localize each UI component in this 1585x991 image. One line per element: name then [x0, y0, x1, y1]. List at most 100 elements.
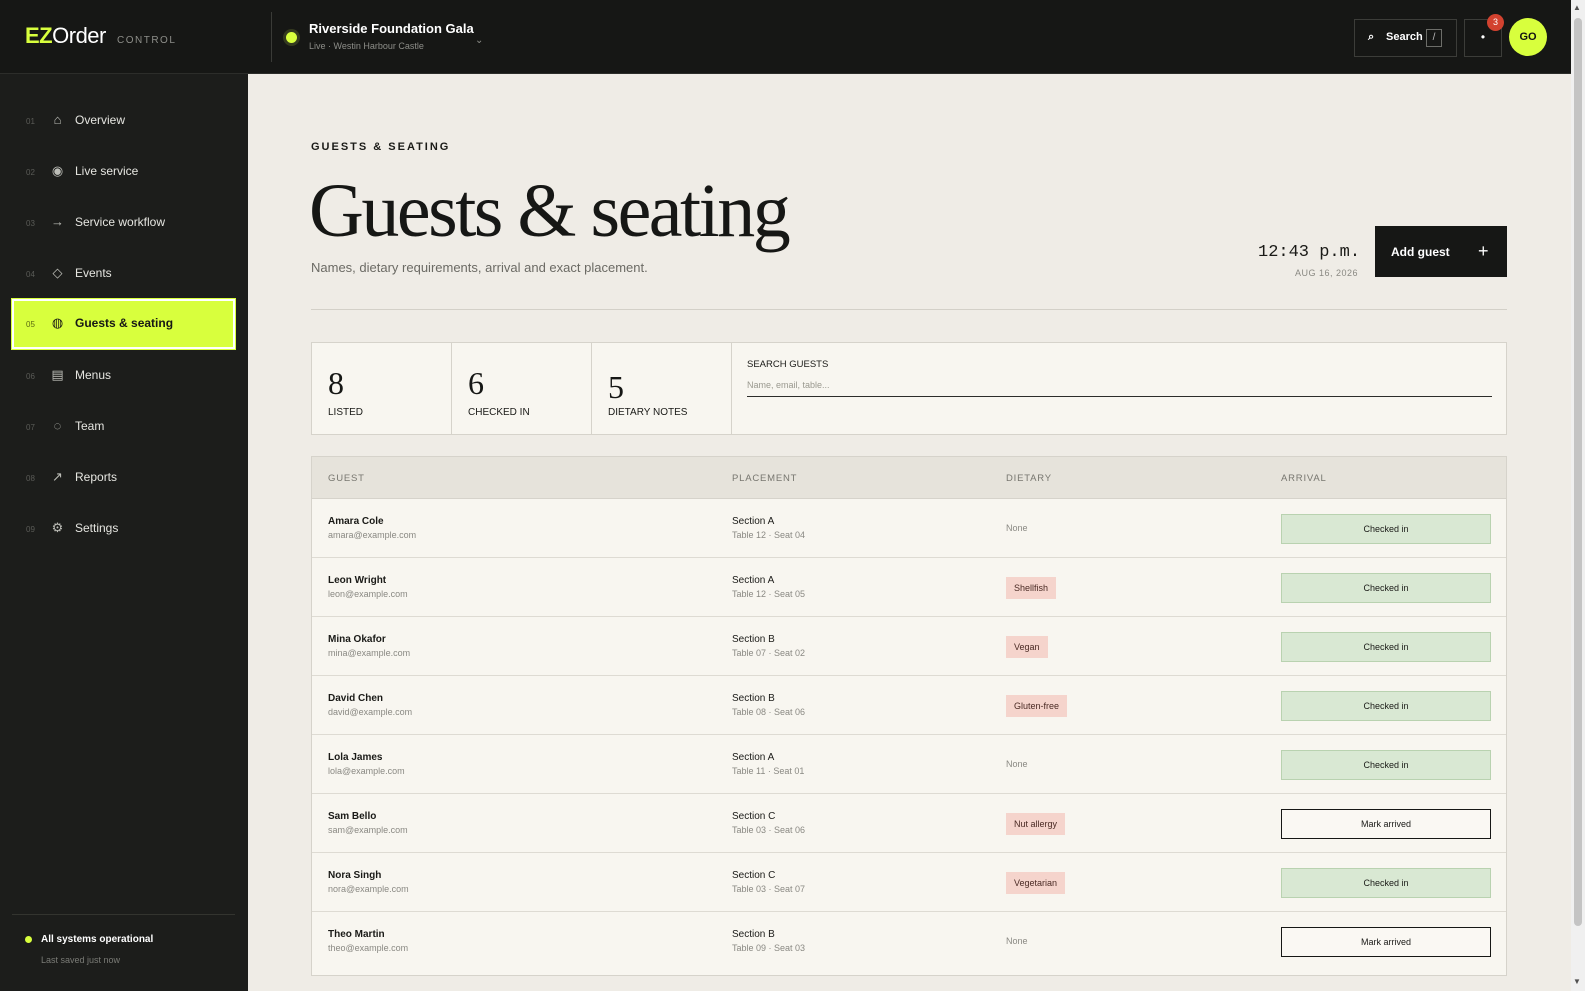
gear-icon: ⚙ — [51, 520, 64, 535]
dietary-none: None — [1006, 523, 1028, 533]
scroll-up-arrow-icon[interactable]: ▲ — [1573, 3, 1581, 12]
table-row[interactable]: Lola James lola@example.com Section A Ta… — [312, 735, 1506, 794]
nav-number: 08 — [26, 474, 35, 483]
dietary-tag: Vegetarian — [1006, 872, 1066, 894]
sidebar-item-label: Service workflow — [75, 215, 166, 229]
chevron-down-icon[interactable]: ⌄ — [475, 35, 483, 46]
guest-email: theo@example.com — [328, 943, 409, 953]
placement-seat: Table 12 · Seat 05 — [732, 589, 806, 599]
guests-icon: ◍ — [51, 315, 64, 330]
sidebar-item-menus[interactable]: 06 ▤ Menus — [12, 351, 235, 401]
nav-number: 09 — [26, 525, 35, 534]
live-status-dot — [286, 32, 297, 43]
arrival-status-checked-in[interactable]: Checked in — [1281, 632, 1491, 662]
guest-email: sam@example.com — [328, 825, 408, 835]
event-subtitle: Live · Westin Harbour Castle — [309, 41, 424, 51]
add-guest-button[interactable]: Add guest + — [1375, 226, 1507, 277]
table-row[interactable]: Sam Bello sam@example.com Section C Tabl… — [312, 794, 1506, 853]
guest-name: Leon Wright — [328, 575, 387, 586]
table-row[interactable]: Mina Okafor mina@example.com Section B T… — [312, 617, 1506, 676]
sidebar-item-label: Events — [75, 266, 112, 280]
app-logo[interactable]: EZOrder — [25, 23, 106, 49]
page-scrollbar[interactable]: ▲ ▼ — [1571, 0, 1585, 991]
page-subtitle: Names, dietary requirements, arrival and… — [311, 260, 648, 275]
sidebar-item-label: Guests & seating — [75, 316, 174, 330]
column-header-arrival: ARRIVAL — [1281, 473, 1327, 484]
search-icon: ⌕ — [1368, 31, 1375, 43]
placement-seat: Table 09 · Seat 03 — [732, 943, 806, 953]
table-row[interactable]: Amara Cole amara@example.com Section A T… — [312, 499, 1506, 558]
sidebar-item-reports[interactable]: 08 ↗ Reports — [12, 453, 235, 503]
guest-name: Mina Okafor — [328, 634, 386, 645]
stats-panel: 8 LISTED 6 CHECKED IN 5 DIETARY NOTES SE… — [311, 342, 1507, 435]
nav-number: 03 — [26, 219, 35, 228]
sidebar-item-label: Menus — [75, 368, 112, 382]
home-icon: ⌂ — [53, 112, 62, 127]
system-status-dot — [25, 936, 32, 943]
divider — [271, 12, 272, 62]
system-status: All systems operational — [41, 934, 154, 945]
radio-icon: ◉ — [51, 163, 64, 178]
nav-number: 05 — [26, 320, 35, 329]
scroll-down-arrow-icon[interactable]: ▼ — [1573, 977, 1581, 986]
column-header-dietary: DIETARY — [1006, 473, 1052, 484]
scrollbar-thumb[interactable] — [1574, 18, 1582, 926]
sidebar-item-live-service[interactable]: 02 ◉ Live service — [12, 147, 235, 197]
sidebar-item-label: Reports — [75, 470, 118, 484]
current-time: 12:43 p.m. — [1258, 243, 1361, 262]
stat-label: LISTED — [328, 407, 364, 418]
nav-number: 01 — [26, 117, 35, 126]
arrival-status-checked-in[interactable]: Checked in — [1281, 573, 1491, 603]
guest-name: Amara Cole — [328, 516, 384, 527]
sidebar: 01 ⌂ Overview 02 ◉ Live service 03 → Ser… — [0, 74, 248, 991]
nav-number: 04 — [26, 270, 35, 279]
search-input[interactable] — [747, 374, 1492, 397]
sidebar-item-guests-seating[interactable]: 05 ◍ Guests & seating — [11, 298, 236, 350]
sidebar-item-events[interactable]: 04 ◇ Events — [12, 249, 235, 299]
top-bar: EZOrder CONTROL Riverside Foundation Gal… — [0, 0, 1571, 74]
guest-email: nora@example.com — [328, 884, 409, 894]
menu-list-icon: ▤ — [51, 367, 64, 382]
table-row[interactable]: Leon Wright leon@example.com Section A T… — [312, 558, 1506, 617]
table-row[interactable]: Theo Martin theo@example.com Section B T… — [312, 912, 1506, 971]
table-row[interactable]: Nora Singh nora@example.com Section C Ta… — [312, 853, 1506, 912]
mark-arrived-button[interactable]: Mark arrived — [1281, 927, 1491, 957]
arrival-status-checked-in[interactable]: Checked in — [1281, 691, 1491, 721]
stat-dietary-notes: 5 DIETARY NOTES — [592, 343, 732, 434]
trend-arrow-icon: ↗ — [52, 469, 63, 484]
page-title: Guests & seating — [309, 169, 791, 253]
sidebar-item-label: Overview — [75, 113, 126, 127]
dietary-tag: Shellfish — [1006, 577, 1057, 599]
dietary-tag: Nut allergy — [1006, 813, 1066, 835]
arrival-status-checked-in[interactable]: Checked in — [1281, 868, 1491, 898]
stat-label: DIETARY NOTES — [608, 407, 688, 418]
stat-value: 5 — [608, 369, 624, 405]
notification-count-badge: 3 — [1487, 14, 1504, 31]
arrival-status-checked-in[interactable]: Checked in — [1281, 514, 1491, 544]
sidebar-item-label: Live service — [75, 164, 139, 178]
placement-section: Section C — [732, 811, 776, 822]
guest-name: Sam Bello — [328, 811, 377, 822]
placement-section: Section A — [732, 575, 775, 586]
mark-arrived-button[interactable]: Mark arrived — [1281, 809, 1491, 839]
search-label: SEARCH GUESTS — [747, 359, 829, 370]
event-name[interactable]: Riverside Foundation Gala — [309, 21, 474, 36]
guest-table: GUEST PLACEMENT DIETARY ARRIVAL Amara Co… — [311, 456, 1507, 976]
table-header: GUEST PLACEMENT DIETARY ARRIVAL — [312, 457, 1506, 499]
divider — [12, 914, 235, 915]
sidebar-item-settings[interactable]: 09 ⚙ Settings — [12, 504, 235, 554]
dietary-none: None — [1006, 936, 1028, 946]
placement-section: Section A — [732, 516, 775, 527]
sidebar-item-team[interactable]: 07 ◌ Team — [12, 402, 235, 452]
arrival-status-checked-in[interactable]: Checked in — [1281, 750, 1491, 780]
stat-checked-in: 6 CHECKED IN — [452, 343, 592, 434]
search-button[interactable]: ⌕ Search / — [1354, 19, 1457, 57]
sidebar-item-overview[interactable]: 01 ⌂ Overview — [12, 96, 235, 146]
placement-seat: Table 03 · Seat 07 — [732, 884, 806, 894]
shortcut-key: / — [1426, 29, 1442, 47]
sidebar-item-service-workflow[interactable]: 03 → Service workflow — [12, 198, 235, 248]
table-row[interactable]: David Chen david@example.com Section B T… — [312, 676, 1506, 735]
placement-seat: Table 08 · Seat 06 — [732, 707, 806, 717]
column-header-placement: PLACEMENT — [732, 473, 798, 484]
user-avatar[interactable]: GO — [1509, 18, 1547, 56]
